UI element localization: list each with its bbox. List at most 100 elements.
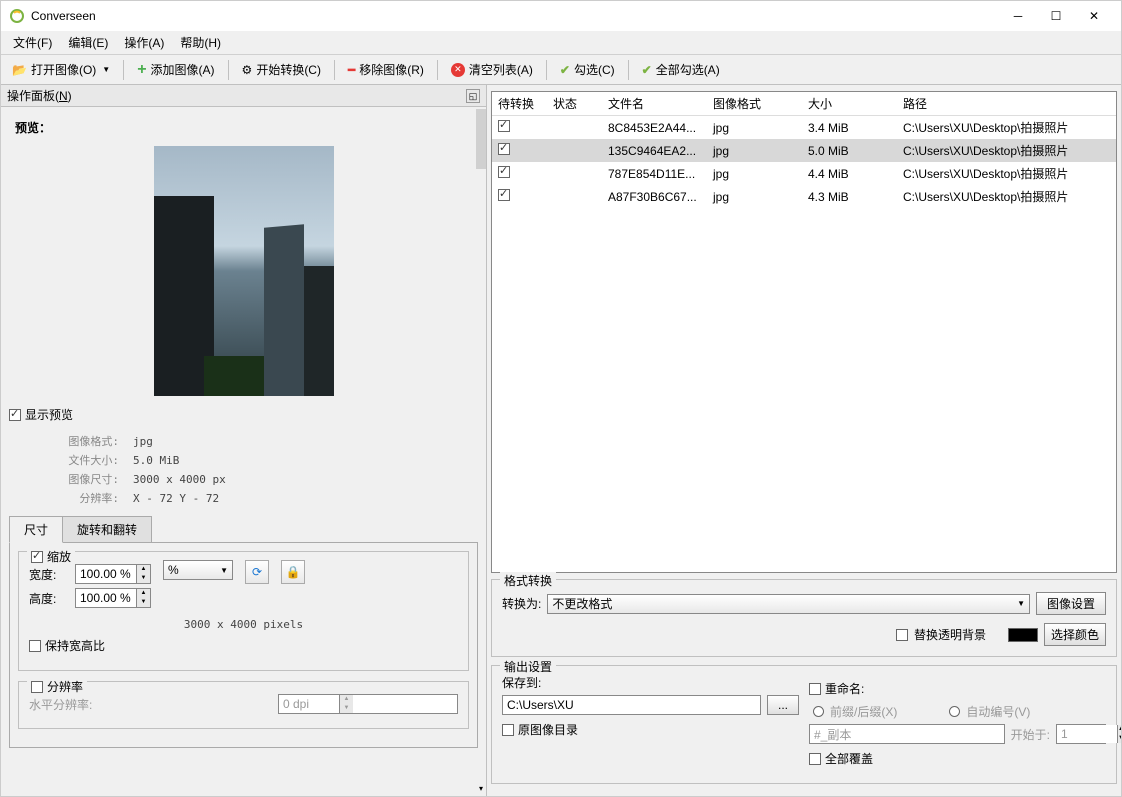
panel-title: 操作面板(N) (7, 87, 72, 104)
cell-size: 4.4 MiB (802, 162, 897, 185)
row-checkbox[interactable] (498, 166, 510, 178)
cell-format: jpg (707, 116, 802, 140)
tabs: 尺寸 旋转和翻转 (9, 516, 478, 543)
keep-aspect-checkbox[interactable] (29, 640, 41, 652)
image-info: 图像格式:jpg 文件大小:5.0 MiB 图像尺寸:3000 x 4000 p… (39, 433, 478, 506)
show-preview-label: 显示预览 (25, 406, 73, 423)
col-format[interactable]: 图像格式 (707, 92, 802, 116)
cell-path: C:\Users\XU\Desktop\拍摄照片 (897, 139, 1116, 162)
scale-checkbox[interactable] (31, 551, 43, 563)
width-input[interactable]: ▲▼ (75, 564, 151, 584)
check-all-button[interactable]: ✔ 全部勾选(A) (635, 58, 727, 81)
image-settings-button[interactable]: 图像设置 (1036, 592, 1106, 615)
row-checkbox[interactable] (498, 120, 510, 132)
title-bar: Converseen ─ ☐ ✕ (1, 1, 1121, 31)
hres-label: 水平分辨率: (29, 696, 109, 713)
left-panel: 操作面板(N) ◱ 预览： 显示预览 图像格式:jpg 文件大小:5.0 MiB… (1, 85, 487, 796)
cell-filename: A87F30B6C67... (602, 185, 707, 208)
check-button[interactable]: ✔ 勾选(C) (553, 58, 622, 81)
hres-input[interactable]: ▲▼ (278, 694, 458, 714)
chevron-down-icon: ▼ (102, 65, 110, 74)
cell-path: C:\Users\XU\Desktop\拍摄照片 (897, 116, 1116, 140)
col-filename[interactable]: 文件名 (602, 92, 707, 116)
cell-filename: 8C8453E2A44... (602, 116, 707, 140)
resolution-group: 分辨率 水平分辨率: ▲▼ (18, 681, 469, 729)
file-table[interactable]: 待转换 状态 文件名 图像格式 大小 路径 8C8453E2A44...jpg3… (491, 91, 1117, 573)
cell-filename: 135C9464EA2... (602, 139, 707, 162)
show-preview-checkbox[interactable] (9, 409, 21, 421)
col-pending[interactable]: 待转换 (492, 92, 547, 116)
width-label: 宽度: (29, 566, 67, 583)
height-input[interactable]: ▲▼ (75, 588, 151, 608)
add-images-button[interactable]: + 添加图像(A) (130, 58, 221, 82)
plus-icon: + (137, 61, 146, 79)
preview-image (154, 146, 334, 396)
prefix-suffix-radio[interactable] (813, 706, 824, 717)
open-images-button[interactable]: 📂 打开图像(O) ▼ (5, 58, 117, 81)
menu-action[interactable]: 操作(A) (116, 32, 172, 53)
close-button[interactable]: ✕ (1075, 1, 1113, 31)
menu-file[interactable]: 文件(F) (5, 32, 60, 53)
clear-list-button[interactable]: ✕ 清空列表(A) (444, 58, 540, 81)
tab-body: 缩放 宽度: ▲▼ 高度: (9, 543, 478, 748)
col-path[interactable]: 路径 (897, 92, 1116, 116)
color-swatch[interactable] (1008, 628, 1038, 642)
height-label: 高度: (29, 590, 67, 607)
rename-pattern-input[interactable] (809, 724, 1005, 744)
lock-aspect-button[interactable]: 🔒 (281, 560, 305, 584)
minimize-button[interactable]: ─ (999, 1, 1037, 31)
tab-size[interactable]: 尺寸 (9, 516, 63, 543)
check-all-icon: ✔ (642, 63, 652, 77)
minus-icon: ━ (348, 63, 355, 77)
right-panel: 待转换 状态 文件名 图像格式 大小 路径 8C8453E2A44...jpg3… (487, 85, 1121, 796)
cell-size: 4.3 MiB (802, 185, 897, 208)
resolution-checkbox[interactable] (31, 681, 43, 693)
table-row[interactable]: A87F30B6C67...jpg4.3 MiBC:\Users\XU\Desk… (492, 185, 1116, 208)
cell-format: jpg (707, 139, 802, 162)
cell-format: jpg (707, 185, 802, 208)
tab-rotate-flip[interactable]: 旋转和翻转 (62, 516, 152, 542)
row-checkbox[interactable] (498, 143, 510, 155)
table-row[interactable]: 787E854D11E...jpg4.4 MiBC:\Users\XU\Desk… (492, 162, 1116, 185)
col-status[interactable]: 状态 (547, 92, 602, 116)
left-scrollbar[interactable]: ▾ (476, 107, 486, 796)
format-conversion-section: 格式转换 转换为: 不更改格式▼ 图像设置 替换透明背景 选择颜色 (491, 579, 1117, 657)
maximize-button[interactable]: ☐ (1037, 1, 1075, 31)
menu-edit[interactable]: 编辑(E) (60, 32, 116, 53)
menu-bar: 文件(F) 编辑(E) 操作(A) 帮助(H) (1, 31, 1121, 55)
orig-dir-checkbox[interactable] (502, 724, 514, 736)
refresh-button[interactable]: ⟳ (245, 560, 269, 584)
folder-icon: 📂 (12, 63, 27, 77)
preview-label: 预览： (15, 119, 478, 136)
menu-help[interactable]: 帮助(H) (172, 32, 229, 53)
check-icon: ✔ (560, 63, 570, 77)
row-checkbox[interactable] (498, 189, 510, 201)
table-row[interactable]: 8C8453E2A44...jpg3.4 MiBC:\Users\XU\Desk… (492, 116, 1116, 140)
browse-button[interactable]: ... (767, 695, 799, 715)
save-to-label: 保存到: (502, 674, 799, 691)
overwrite-checkbox[interactable] (809, 753, 821, 765)
output-settings-section: 输出设置 保存到: ... 原图像目录 重命名: (491, 665, 1117, 784)
auto-number-radio[interactable] (949, 706, 960, 717)
cell-path: C:\Users\XU\Desktop\拍摄照片 (897, 185, 1116, 208)
cell-size: 3.4 MiB (802, 116, 897, 140)
rename-checkbox[interactable] (809, 683, 821, 695)
unit-combo[interactable]: %▼ (163, 560, 233, 580)
toolbar: 📂 打开图像(O) ▼ + 添加图像(A) ⚙ 开始转换(C) ━ 移除图像(R… (1, 55, 1121, 85)
remove-images-button[interactable]: ━ 移除图像(R) (341, 58, 431, 81)
start-at-input[interactable]: ▲▼ (1056, 724, 1106, 744)
cell-size: 5.0 MiB (802, 139, 897, 162)
choose-color-label[interactable]: 选择颜色 (1044, 623, 1106, 646)
window-title: Converseen (31, 9, 999, 23)
table-row[interactable]: 135C9464EA2...jpg5.0 MiBC:\Users\XU\Desk… (492, 139, 1116, 162)
result-dims: 3000 x 4000 pixels (29, 618, 458, 631)
undock-button[interactable]: ◱ (466, 89, 480, 103)
save-to-input[interactable] (502, 695, 761, 715)
gear-icon: ⚙ (242, 63, 253, 77)
start-convert-button[interactable]: ⚙ 开始转换(C) (235, 58, 328, 81)
convert-to-label: 转换为: (502, 595, 541, 612)
replace-bg-checkbox[interactable] (896, 629, 908, 641)
cell-path: C:\Users\XU\Desktop\拍摄照片 (897, 162, 1116, 185)
convert-to-combo[interactable]: 不更改格式▼ (547, 594, 1030, 614)
col-size[interactable]: 大小 (802, 92, 897, 116)
